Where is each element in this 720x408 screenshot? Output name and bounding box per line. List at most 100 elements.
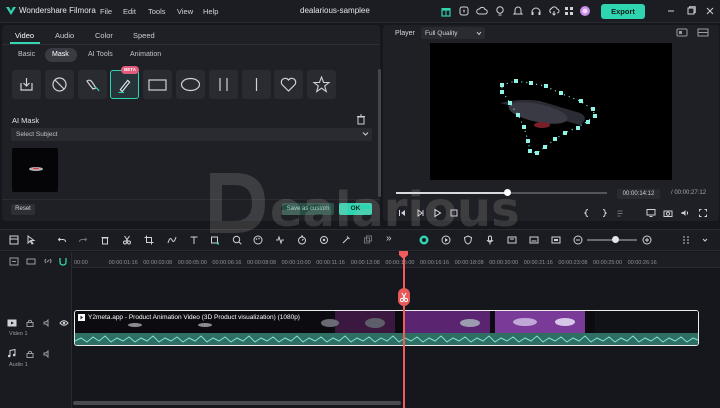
product-thumbnail-icon <box>29 167 43 171</box>
mark-out-icon[interactable] <box>599 208 609 218</box>
zoom-in-icon[interactable] <box>642 235 652 245</box>
ruler-tick-label: 00:00:10:00 <box>281 260 311 266</box>
filmora-logo-icon <box>6 7 16 15</box>
minimize-icon[interactable] <box>665 5 677 17</box>
no-mask-button[interactable] <box>45 70 74 99</box>
snapshot-icon[interactable] <box>676 28 688 37</box>
keyframe-curve-icon[interactable] <box>167 235 177 245</box>
watermark-logo: ealarious <box>210 173 520 238</box>
tab-video[interactable]: Video <box>15 31 34 40</box>
menu-edit[interactable]: Edit <box>123 7 136 16</box>
ellipse-mask-button[interactable] <box>176 70 205 99</box>
chevron-down-icon <box>362 132 369 136</box>
video-clip-icon <box>78 314 85 321</box>
mute-track-icon[interactable] <box>43 350 52 358</box>
maximize-icon[interactable] <box>685 5 697 17</box>
subtab-basic[interactable]: Basic <box>18 51 35 58</box>
gift-icon[interactable] <box>440 5 452 17</box>
menu-file[interactable]: File <box>100 7 112 16</box>
sparkle-icon[interactable] <box>458 5 470 17</box>
menu-view[interactable]: View <box>177 7 193 16</box>
render-menu-icon[interactable] <box>616 208 626 218</box>
pen-mask-icon <box>118 79 131 93</box>
subtab-mask[interactable]: Mask <box>52 51 69 58</box>
snapshot-frame-icon[interactable] <box>551 235 561 245</box>
split-scissors-icon[interactable] <box>122 235 132 245</box>
scissors-icon <box>399 292 409 303</box>
tab-audio[interactable]: Audio <box>55 31 74 40</box>
heart-mask-button[interactable] <box>274 70 303 99</box>
star-mask-icon <box>312 75 331 93</box>
single-line-mask-button[interactable] <box>242 70 271 99</box>
trash-icon[interactable] <box>356 114 366 125</box>
mute-track-icon[interactable] <box>43 319 52 327</box>
ruler-tick-label: 00:00:05:00 <box>177 260 207 266</box>
close-icon[interactable] <box>704 5 716 17</box>
split-at-playhead-button[interactable] <box>398 288 410 306</box>
bulb-icon[interactable] <box>494 5 506 17</box>
avatar[interactable] <box>579 5 591 17</box>
ruler-tick-label: 00:00:08:08 <box>247 260 277 266</box>
add-track-icon[interactable] <box>9 257 19 266</box>
timeline-horizontal-scrollbar[interactable] <box>73 401 401 405</box>
select-tool-icon[interactable] <box>26 235 36 245</box>
track-manager-icon[interactable] <box>26 257 36 266</box>
star-mask-button[interactable] <box>307 70 336 99</box>
tab-color[interactable]: Color <box>95 31 113 40</box>
menu-help[interactable]: Help <box>203 7 218 16</box>
eye-icon[interactable] <box>59 319 69 327</box>
fullscreen-layout-icon[interactable] <box>697 28 709 37</box>
grid-view-icon[interactable] <box>681 235 691 245</box>
subject-select-value: Select Subject <box>16 131 58 138</box>
redo-icon[interactable] <box>78 235 88 245</box>
cloud-upload-icon[interactable] <box>476 5 488 17</box>
ruler-tick-label: 00:00:26:16 <box>627 260 657 266</box>
subtab-ai-tools[interactable]: AI Tools <box>88 51 113 58</box>
ruler-tick-label: 00:00:03:08 <box>143 260 173 266</box>
video-track-icon <box>7 319 17 327</box>
chevron-down-icon[interactable] <box>700 235 710 245</box>
brush-mask-button[interactable] <box>78 70 107 99</box>
zoom-out-icon[interactable] <box>573 235 583 245</box>
playhead[interactable] <box>403 255 405 408</box>
single-line-mask-icon <box>255 78 258 91</box>
fullscreen-icon[interactable] <box>698 208 708 218</box>
current-time[interactable]: 00:00:14:12 <box>617 189 660 199</box>
subject-select[interactable] <box>11 128 372 141</box>
import-mask-button[interactable] <box>12 70 41 99</box>
music-note-icon <box>7 349 16 358</box>
zoom-slider-handle[interactable] <box>612 236 619 243</box>
mark-in-icon[interactable] <box>582 208 592 218</box>
link-icon[interactable] <box>43 257 53 266</box>
headset-icon[interactable] <box>530 5 542 17</box>
mask-preview-thumbnail[interactable] <box>12 148 58 192</box>
brush-draw-icon <box>86 79 100 92</box>
subtab-animation[interactable]: Animation <box>130 51 161 58</box>
camera-icon[interactable] <box>663 208 673 218</box>
rectangle-mask-icon <box>148 79 167 91</box>
video-track-label: Video 1 <box>9 331 28 337</box>
crop-icon[interactable] <box>144 235 154 245</box>
subtitle-icon[interactable] <box>529 235 539 245</box>
undo-icon[interactable] <box>57 235 67 245</box>
rectangle-mask-button[interactable] <box>143 70 172 99</box>
reset-button[interactable]: Reset <box>11 204 35 215</box>
download-icon[interactable] <box>548 5 560 17</box>
lock-icon[interactable] <box>26 319 34 327</box>
grid-apps-icon[interactable] <box>563 5 575 17</box>
tab-speed[interactable]: Speed <box>133 31 155 40</box>
ruler-tick-label: 00:00:06:16 <box>212 260 242 266</box>
double-line-mask-icon <box>219 78 228 91</box>
layout-icon[interactable] <box>9 235 19 245</box>
export-button[interactable]: Export <box>601 4 645 19</box>
ruler-tick-label: 00:00:01:16 <box>108 260 138 266</box>
notification-icon[interactable] <box>512 5 524 17</box>
delete-icon[interactable] <box>100 235 110 245</box>
lock-icon[interactable] <box>26 350 34 358</box>
menu-tools[interactable]: Tools <box>148 7 166 16</box>
pen-mask-button[interactable] <box>110 70 139 99</box>
display-settings-icon[interactable] <box>646 208 656 218</box>
double-line-mask-button[interactable] <box>209 70 238 99</box>
volume-icon[interactable] <box>680 208 690 218</box>
magnet-snap-icon[interactable] <box>58 257 68 266</box>
